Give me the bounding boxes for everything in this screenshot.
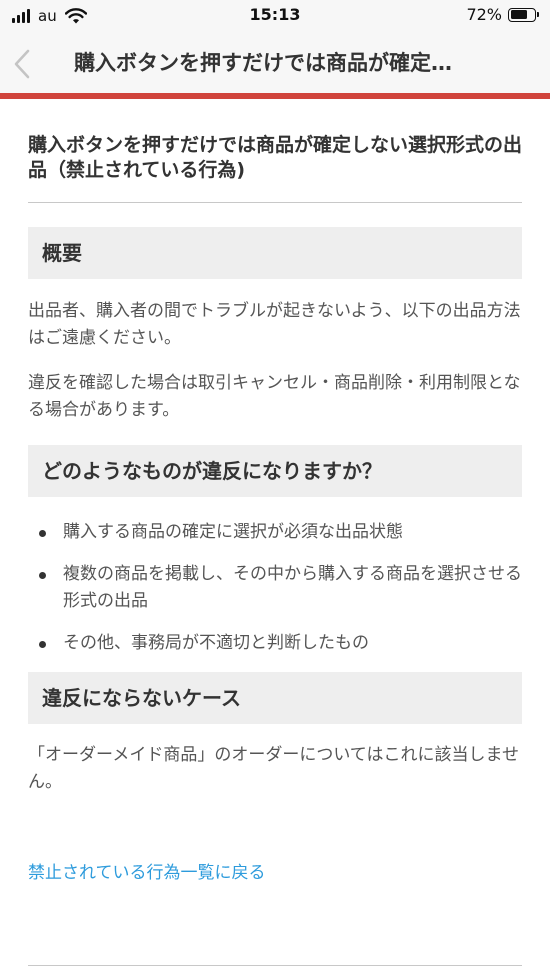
list-item: その他、事務局が不適切と判断したもの <box>28 630 522 657</box>
section-heading-exceptions: 違反にならないケース <box>28 672 522 724</box>
status-right: 72% <box>466 5 539 24</box>
title-divider <box>28 202 522 203</box>
list-item-text: 購入する商品の確定に選択が必須な出品状態 <box>63 522 403 542</box>
overview-paragraph-2: 違反を確認した場合は取引キャンセル・商品削除・利用制限となる場合があります。 <box>28 373 521 420</box>
battery-percent: 72% <box>466 5 502 24</box>
status-bar: au 15:13 72% <box>0 0 550 34</box>
list-item: 複数の商品を掲載し、その中から購入する商品を選択させる形式の出品 <box>28 561 522 615</box>
battery-icon <box>508 7 539 22</box>
back-chevron-icon[interactable] <box>12 48 32 80</box>
bullet-icon <box>39 641 46 648</box>
navigation-bar: 購入ボタンを押すだけでは商品が確定… <box>0 34 550 94</box>
article-content: 購入ボタンを押すだけでは商品が確定しない選択形式の出品（禁止されている行為) 概… <box>28 99 522 885</box>
violation-list: 購入する商品の確定に選択が必須な出品状態 複数の商品を掲載し、その中から購入する… <box>28 519 522 657</box>
section-heading-violations: どのようなものが違反になりますか？ <box>28 445 522 497</box>
battery-fill <box>510 10 528 19</box>
page-title: 購入ボタンを押すだけでは商品が確定しない選択形式の出品（禁止されている行為) <box>28 134 523 181</box>
bottom-divider <box>28 965 522 966</box>
section-heading-overview: 概要 <box>28 227 522 279</box>
list-item-text: 複数の商品を掲載し、その中から購入する商品を選択させる形式の出品 <box>63 564 522 611</box>
overview-paragraph-1: 出品者、購入者の間でトラブルが起きないよう、以下の出品方法はご遠慮ください。 <box>28 301 521 348</box>
bullet-icon <box>39 572 46 579</box>
back-to-list-link[interactable]: 禁止されている行為一覧に戻る <box>28 861 266 885</box>
list-item: 購入する商品の確定に選択が必須な出品状態 <box>28 519 522 546</box>
nav-title: 購入ボタンを押すだけでは商品が確定… <box>74 51 452 75</box>
list-item-text: その他、事務局が不適切と判断したもの <box>63 633 369 653</box>
exceptions-paragraph: 「オーダーメイド商品」のオーダーについてはこれに該当しません。 <box>28 745 519 792</box>
bullet-icon <box>39 530 46 537</box>
